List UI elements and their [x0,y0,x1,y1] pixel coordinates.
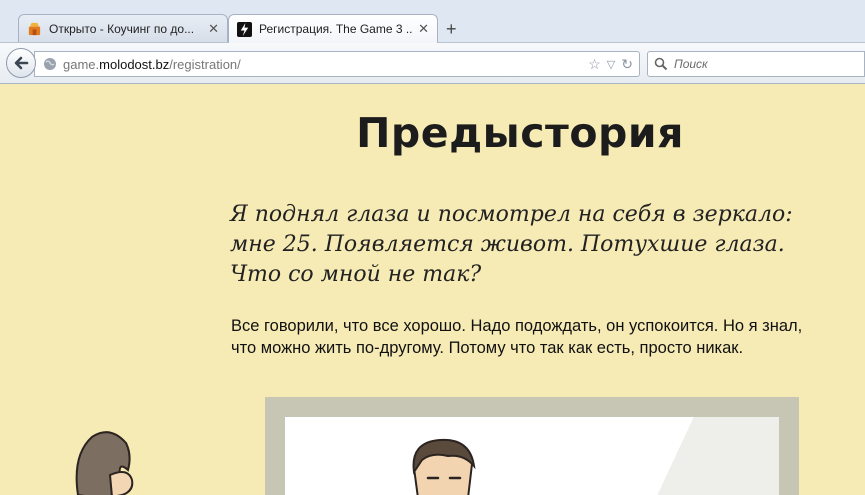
story-line: что можно жить по-другому. Потому что та… [231,339,744,357]
new-tab-button[interactable]: + [446,19,457,40]
close-icon[interactable]: ✕ [418,21,429,37]
tab-coaching[interactable]: Открыто - Коучинг по до... ✕ [18,14,228,42]
character-right-illustration [412,438,476,495]
url-path: /registration/ [169,56,241,72]
quote-line: Что со мной не так? [230,262,482,287]
back-button[interactable] [6,48,36,78]
search-input[interactable] [674,57,854,71]
page-content: Предыстория Я поднял глаза и посмотрел н… [0,85,865,495]
dropdown-icon[interactable]: ▽ [607,58,615,73]
tab-strip: Открыто - Коучинг по до... ✕ Регистрация… [0,0,865,43]
url-host: molodost.bz [99,56,170,72]
story-quote: Я поднял глаза и посмотрел на себя в зер… [230,200,830,290]
page-title: Предыстория [356,109,684,157]
quote-line: Я поднял глаза и посмотрел на себя в зер… [230,202,793,227]
navigation-bar: game. molodost.bz/registration/ ☆ ▽ ↻ [0,42,865,84]
url-bar[interactable]: game. molodost.bz/registration/ ☆ ▽ ↻ [34,51,640,77]
back-arrow-icon [14,56,29,70]
search-icon [654,57,668,71]
tab-registration[interactable]: Регистрация. The Game 3 ... ✕ [228,14,438,43]
lightning-favicon-icon [237,21,252,37]
character-left-illustration [75,431,134,495]
story-line: Все говорили, что все хорошо. Надо подож… [231,317,803,335]
url-prefix: game. [63,56,100,72]
tab-title: Регистрация. The Game 3 ... [259,22,413,36]
reload-icon[interactable]: ↻ [621,56,633,73]
mirror-frame-illustration [265,397,799,495]
globe-icon [44,58,56,70]
story-text: Все говорили, что все хорошо. Надо подож… [231,315,865,359]
search-bar[interactable] [647,51,865,77]
close-icon[interactable]: ✕ [208,21,219,37]
mirror-surface [285,417,779,495]
mirror-shine [609,417,779,495]
store-favicon-icon [28,22,41,36]
star-icon[interactable]: ☆ [588,56,601,73]
tab-title: Открыто - Коучинг по до... [49,21,195,36]
quote-line: мне 25. Появляется живот. Потухшие глаза… [230,232,785,257]
